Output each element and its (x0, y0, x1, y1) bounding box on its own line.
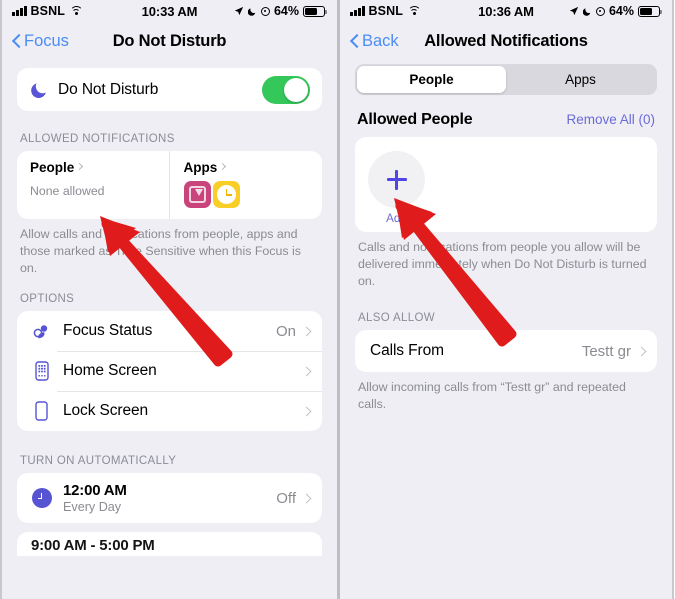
back-button-label: Focus (24, 31, 69, 50)
tab-people[interactable]: People (357, 66, 506, 93)
apps-tile[interactable]: Apps (168, 151, 323, 219)
row-label: Focus Status (63, 322, 153, 340)
right-nav-bar: Back Allowed Notifications (340, 22, 672, 60)
turn-on-automatically-header: TURN ON AUTOMATICALLY (20, 455, 177, 468)
row-schedule[interactable]: 12:00 AM Every Day Off (17, 473, 322, 523)
do-not-disturb-label: Do Not Disturb (58, 80, 159, 98)
home-screen-icon (31, 361, 52, 382)
back-button[interactable]: Back (350, 32, 399, 51)
people-tile-label: People (30, 160, 75, 175)
chevron-left-icon (350, 33, 359, 49)
left-nav-bar: Focus Do Not Disturb (2, 22, 337, 60)
back-button-focus[interactable]: Focus (12, 32, 69, 51)
allowed-people-header: Allowed People Remove All (0) (340, 95, 672, 137)
clock-icon (31, 488, 52, 509)
schedule-card: 12:00 AM Every Day Off (17, 473, 322, 524)
schedule-repeat: Every Day (63, 500, 122, 515)
options-card: Focus Status On Home Screen Lock Screen (17, 311, 322, 432)
do-not-disturb-row[interactable]: Do Not Disturb (17, 68, 322, 111)
do-not-disturb-toggle[interactable] (262, 75, 310, 104)
allowed-people-footnote: Calls and notifications from people you … (358, 240, 647, 289)
schedule-time: 12:00 AM (63, 482, 127, 500)
allowed-people-card: Add (355, 137, 657, 232)
people-tile[interactable]: People None allowed (17, 151, 169, 219)
chevron-right-icon (219, 162, 227, 171)
back-button-label: Back (362, 31, 399, 50)
chevron-right-icon (76, 162, 84, 171)
row-calls-from[interactable]: Calls From Testt gr (355, 330, 657, 372)
chevron-right-icon (636, 346, 647, 357)
tab-apps[interactable]: Apps (506, 66, 655, 93)
screenshot-root: BSNL 10:33 AM 64% Focus Do Not Disturb D… (0, 0, 675, 599)
segmented-control[interactable]: People Apps (355, 64, 657, 95)
row-lock-screen[interactable]: Lock Screen (17, 391, 322, 431)
files-app-icon (183, 181, 211, 208)
clock-app-icon (212, 181, 240, 208)
row-label: Lock Screen (63, 402, 149, 420)
chevron-right-icon (301, 366, 312, 377)
allowed-notifications-header: ALLOWED NOTIFICATIONS (20, 133, 175, 145)
left-phone-panel: BSNL 10:33 AM 64% Focus Do Not Disturb D… (0, 0, 337, 599)
battery-icon (303, 5, 327, 17)
people-tile-title-row: People (30, 160, 169, 175)
focus-status-icon (31, 322, 52, 340)
target-icon (595, 6, 605, 16)
do-not-disturb-card: Do Not Disturb (17, 68, 322, 111)
status-time: 10:36 AM (478, 3, 534, 19)
row-label: Home Screen (63, 362, 157, 380)
remove-all-button[interactable]: Remove All (0) (566, 112, 655, 127)
chevron-left-icon (12, 33, 21, 49)
crescent-moon-icon (31, 82, 46, 98)
schedule-text: 12:00 AM Every Day (63, 482, 127, 514)
allowed-notifications-card: People None allowed Apps (17, 151, 322, 219)
lock-screen-icon (31, 401, 52, 422)
row-value: Off (276, 489, 296, 507)
schedule-time: 9:00 AM - 5:00 PM (31, 537, 155, 555)
row-label: Calls From (370, 342, 444, 360)
battery-icon (638, 5, 662, 17)
options-header: OPTIONS (20, 293, 75, 306)
row-value: Testt gr (581, 342, 631, 360)
right-phone-panel: BSNL 10:36 AM 64% Back Allowed Notificat… (337, 0, 674, 599)
toggle-knob (284, 77, 308, 102)
add-button-label: Add (386, 212, 407, 225)
row-home-screen[interactable]: Home Screen (17, 351, 322, 391)
also-allow-card: Calls From Testt gr (355, 330, 657, 373)
left-status-bar: BSNL 10:33 AM 64% (2, 0, 337, 22)
also-allow-footnote: Allow incoming calls from “Testt gr” and… (358, 380, 626, 412)
plus-icon (386, 169, 408, 191)
right-status-bar: BSNL 10:36 AM 64% (340, 0, 672, 22)
chevron-right-icon (301, 493, 312, 504)
people-tile-subtitle: None allowed (30, 184, 105, 198)
row-value: On (275, 322, 296, 340)
also-allow-header: ALSO ALLOW (358, 312, 436, 325)
allowed-people-title: Allowed People (357, 111, 473, 128)
status-time: 10:33 AM (141, 3, 198, 19)
apps-tile-label: Apps (183, 160, 218, 175)
apps-tile-icon-list (183, 181, 323, 208)
chevron-right-icon (301, 406, 312, 417)
add-person-button[interactable] (368, 151, 425, 208)
apps-tile-title-row: Apps (184, 160, 323, 175)
row-focus-status[interactable]: Focus Status On (17, 311, 322, 351)
chevron-right-icon (301, 326, 312, 337)
schedule-card-next-partial[interactable]: 9:00 AM - 5:00 PM (17, 532, 322, 557)
allowed-notifications-footnote: Allow calls and notifications from peopl… (20, 227, 301, 276)
target-icon (260, 6, 270, 16)
